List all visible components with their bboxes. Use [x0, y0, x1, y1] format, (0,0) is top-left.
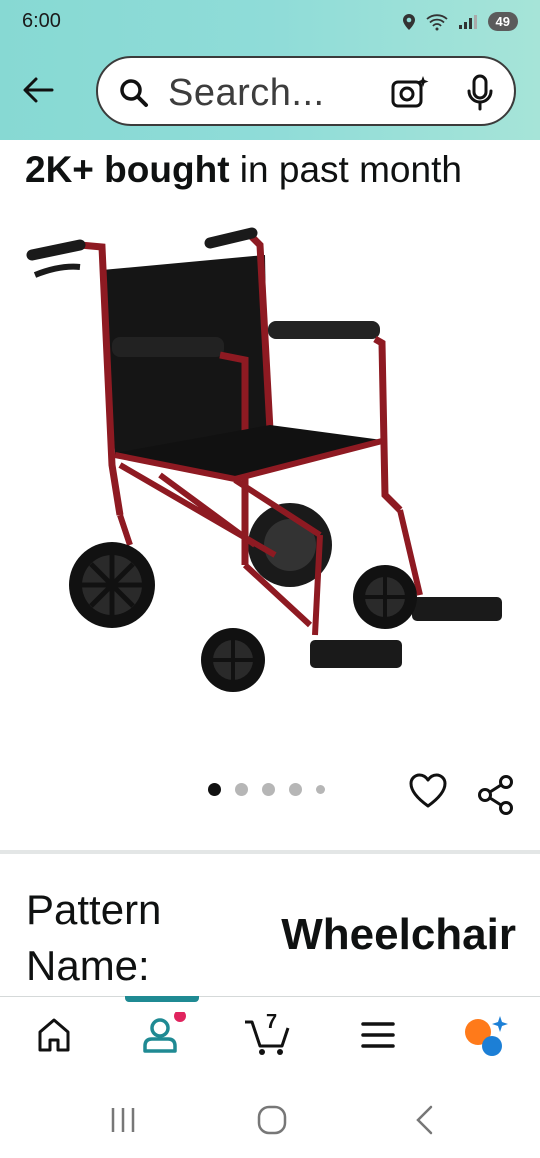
search-input[interactable]: Search...: [168, 72, 325, 115]
wifi-icon: [425, 13, 448, 30]
carousel-dot[interactable]: [208, 783, 221, 796]
share-icon[interactable]: [476, 774, 516, 816]
carousel-dot[interactable]: [235, 783, 248, 796]
camera-search-icon[interactable]: [390, 74, 430, 110]
pattern-name-value: Wheelchair: [281, 910, 516, 959]
status-icons: 49: [402, 12, 518, 31]
microphone-icon[interactable]: [466, 74, 494, 112]
home-icon[interactable]: [36, 1012, 72, 1056]
carousel-dot[interactable]: [262, 783, 275, 796]
location-icon: [402, 13, 415, 30]
back-arrow-icon[interactable]: [20, 72, 56, 108]
bought-count-bold: 2K+ bought: [25, 149, 230, 190]
recent-apps-icon[interactable]: [108, 1106, 138, 1134]
active-tab-indicator: [125, 996, 199, 1002]
search-bar[interactable]: Search...: [96, 56, 516, 126]
battery-badge: 49: [487, 12, 518, 31]
product-image[interactable]: [20, 215, 520, 725]
back-nav-icon[interactable]: [412, 1104, 436, 1136]
rufus-ai-icon[interactable]: [462, 1012, 510, 1056]
cart-count: 7: [266, 1011, 278, 1033]
carousel-dot[interactable]: [289, 783, 302, 796]
section-divider: [0, 850, 540, 854]
bought-count-rest: in past month: [229, 149, 462, 190]
search-icon: [120, 79, 148, 107]
pattern-name-label: Pattern Name:: [26, 886, 162, 989]
carousel-dot[interactable]: [316, 785, 325, 794]
heart-icon[interactable]: [408, 772, 448, 810]
bought-count-text: 2K+ bought in past month: [25, 149, 462, 191]
system-nav-bar: [0, 1078, 540, 1158]
account-icon[interactable]: [142, 1012, 186, 1056]
cart-button[interactable]: 7: [242, 1011, 292, 1056]
status-time: 6:00: [22, 10, 61, 32]
menu-icon[interactable]: [360, 1012, 396, 1056]
home-button-icon[interactable]: [256, 1104, 288, 1136]
header-bar: 6:00 49 Search...: [0, 0, 540, 140]
signal-icon: [458, 14, 477, 29]
image-carousel-dots[interactable]: [208, 783, 325, 796]
